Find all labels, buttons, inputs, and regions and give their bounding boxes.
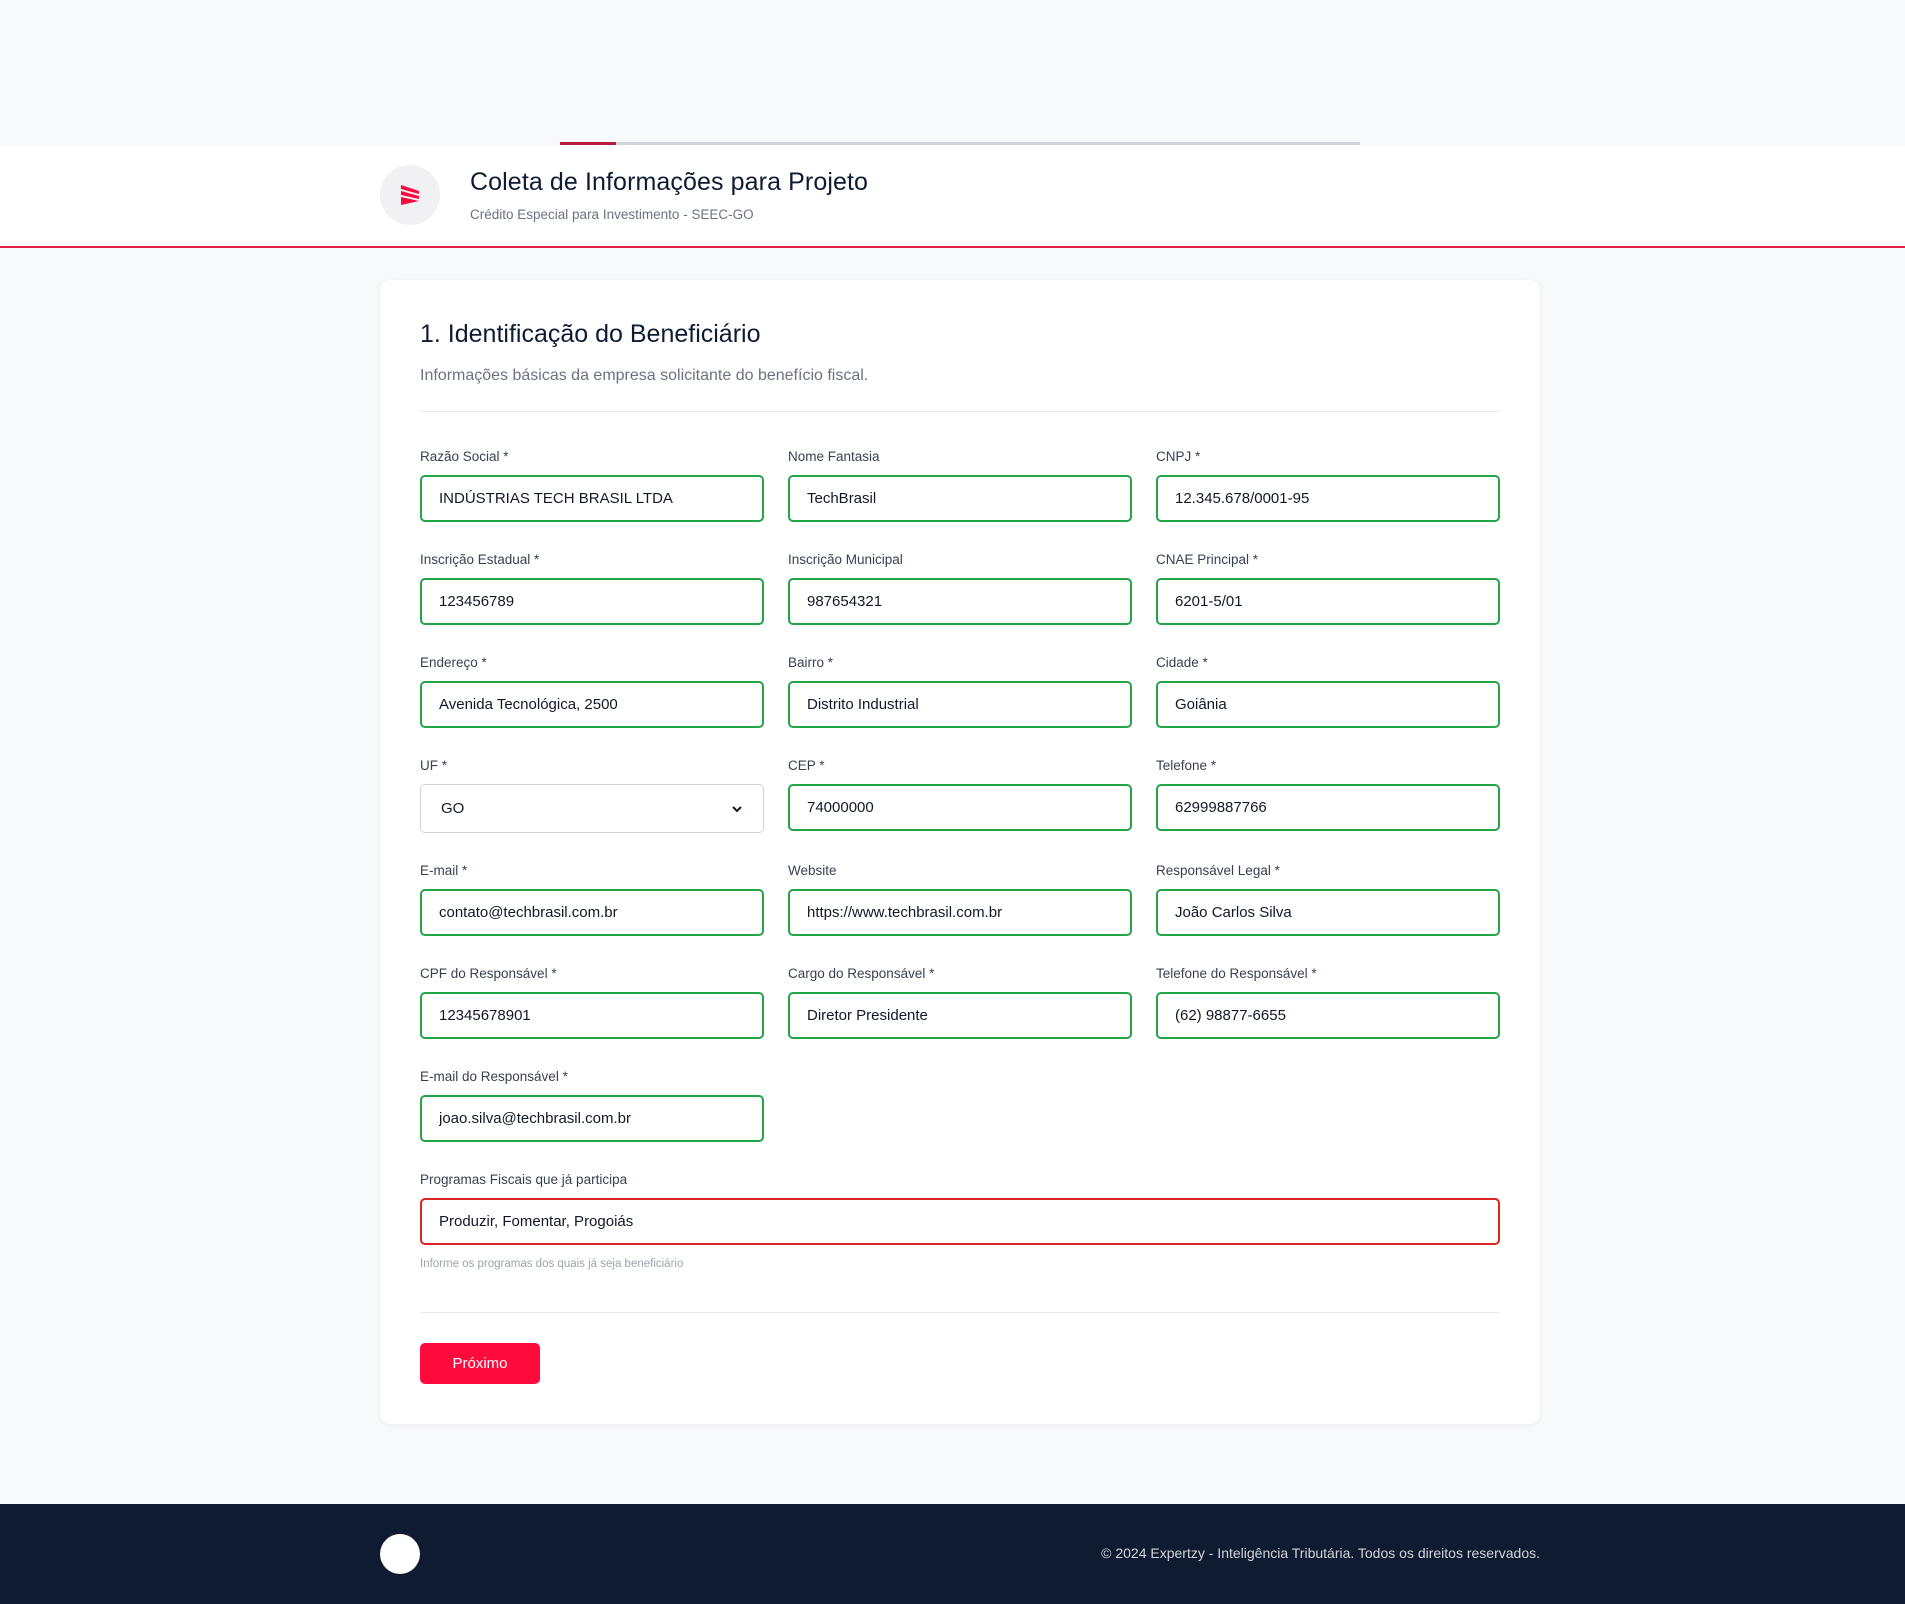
page-header: Coleta de Informações para Projeto Crédi… xyxy=(0,145,1905,248)
field-uf: UF * GO xyxy=(420,756,764,861)
cargo-responsavel-input[interactable] xyxy=(788,992,1132,1039)
brand-logo-icon xyxy=(401,185,419,205)
page-subtitle: Crédito Especial para Investimento - SEE… xyxy=(470,207,754,222)
field-cargo-responsavel: Cargo do Responsável * xyxy=(788,964,1132,1067)
field-endereco: Endereço * xyxy=(420,653,764,756)
field-responsavel-legal: Responsável Legal * xyxy=(1156,861,1500,964)
field-inscricao-estadual: Inscrição Estadual * xyxy=(420,550,764,653)
field-razao-social: Razão Social * xyxy=(420,447,764,550)
actions-divider xyxy=(420,1312,1500,1313)
bairro-label: Bairro * xyxy=(788,655,834,670)
field-telefone: Telefone * xyxy=(1156,756,1500,861)
field-bairro: Bairro * xyxy=(788,653,1132,756)
next-button[interactable]: Próximo xyxy=(420,1343,540,1384)
nome-fantasia-input[interactable] xyxy=(788,475,1132,522)
razao-social-input[interactable] xyxy=(420,475,764,522)
field-cep: CEP * xyxy=(788,756,1132,861)
field-telefone-responsavel: Telefone do Responsável * xyxy=(1156,964,1500,1067)
email-input[interactable] xyxy=(420,889,764,936)
field-email-responsavel: E-mail do Responsável * xyxy=(420,1067,764,1170)
razao-social-label: Razão Social * xyxy=(420,449,509,464)
telefone-responsavel-input[interactable] xyxy=(1156,992,1500,1039)
cnae-label: CNAE Principal * xyxy=(1156,552,1259,567)
field-email: E-mail * xyxy=(420,861,764,964)
section-description: Informações básicas da empresa solicitan… xyxy=(420,367,869,384)
uf-select[interactable]: GO xyxy=(420,784,764,833)
inscricao-estadual-input[interactable] xyxy=(420,578,764,625)
form-card: 1. Identificação do Beneficiário Informa… xyxy=(380,280,1540,1424)
footer-logo xyxy=(380,1534,420,1574)
programas-fiscais-label: Programas Fiscais que já participa xyxy=(420,1172,628,1187)
telefone-responsavel-label: Telefone do Responsável * xyxy=(1156,966,1317,981)
cpf-responsavel-label: CPF do Responsável * xyxy=(420,966,557,981)
telefone-label: Telefone * xyxy=(1156,758,1217,773)
section-divider xyxy=(420,411,1500,412)
website-label: Website xyxy=(788,863,837,878)
responsavel-legal-label: Responsável Legal * xyxy=(1156,863,1280,878)
cidade-input[interactable] xyxy=(1156,681,1500,728)
endereco-label: Endereço * xyxy=(420,655,487,670)
field-cnpj: CNPJ * xyxy=(1156,447,1500,550)
field-cnae: CNAE Principal * xyxy=(1156,550,1500,653)
form-grid: Razão Social * Nome Fantasia CNPJ * Insc… xyxy=(420,447,1500,1170)
footer-copyright: © 2024 Expertzy - Inteligência Tributári… xyxy=(1101,1545,1540,1561)
telefone-input[interactable] xyxy=(1156,784,1500,831)
endereco-input[interactable] xyxy=(420,681,764,728)
cidade-label: Cidade * xyxy=(1156,655,1208,670)
email-responsavel-input[interactable] xyxy=(420,1095,764,1142)
inscricao-estadual-label: Inscrição Estadual * xyxy=(420,552,540,567)
field-nome-fantasia: Nome Fantasia xyxy=(788,447,1132,550)
field-programas-fiscais: Programas Fiscais que já participa Infor… xyxy=(420,1170,1500,1270)
programas-fiscais-hint: Informe os programas dos quais já seja b… xyxy=(420,1258,684,1270)
section-title: 1. Identificação do Beneficiário xyxy=(420,320,761,348)
app-logo xyxy=(380,165,440,225)
email-responsavel-label: E-mail do Responsável * xyxy=(420,1069,568,1084)
page-footer: © 2024 Expertzy - Inteligência Tributári… xyxy=(0,1504,1905,1604)
uf-selected-value: GO xyxy=(441,800,465,817)
nome-fantasia-label: Nome Fantasia xyxy=(788,449,880,464)
inscricao-municipal-label: Inscrição Municipal xyxy=(788,552,903,567)
field-inscricao-municipal: Inscrição Municipal xyxy=(788,550,1132,653)
cnae-input[interactable] xyxy=(1156,578,1500,625)
cep-label: CEP * xyxy=(788,758,825,773)
inscricao-municipal-input[interactable] xyxy=(788,578,1132,625)
field-cidade: Cidade * xyxy=(1156,653,1500,756)
uf-label: UF * xyxy=(420,758,447,773)
responsavel-legal-input[interactable] xyxy=(1156,889,1500,936)
chevron-down-icon xyxy=(732,805,742,812)
bairro-input[interactable] xyxy=(788,681,1132,728)
field-website: Website xyxy=(788,861,1132,964)
cpf-responsavel-input[interactable] xyxy=(420,992,764,1039)
cnpj-label: CNPJ * xyxy=(1156,449,1201,464)
programas-fiscais-input[interactable] xyxy=(420,1198,1500,1245)
cep-input[interactable] xyxy=(788,784,1132,831)
cnpj-input[interactable] xyxy=(1156,475,1500,522)
website-input[interactable] xyxy=(788,889,1132,936)
cargo-responsavel-label: Cargo do Responsável * xyxy=(788,966,935,981)
field-cpf-responsavel: CPF do Responsável * xyxy=(420,964,764,1067)
email-label: E-mail * xyxy=(420,863,468,878)
page-title: Coleta de Informações para Projeto xyxy=(470,168,869,196)
